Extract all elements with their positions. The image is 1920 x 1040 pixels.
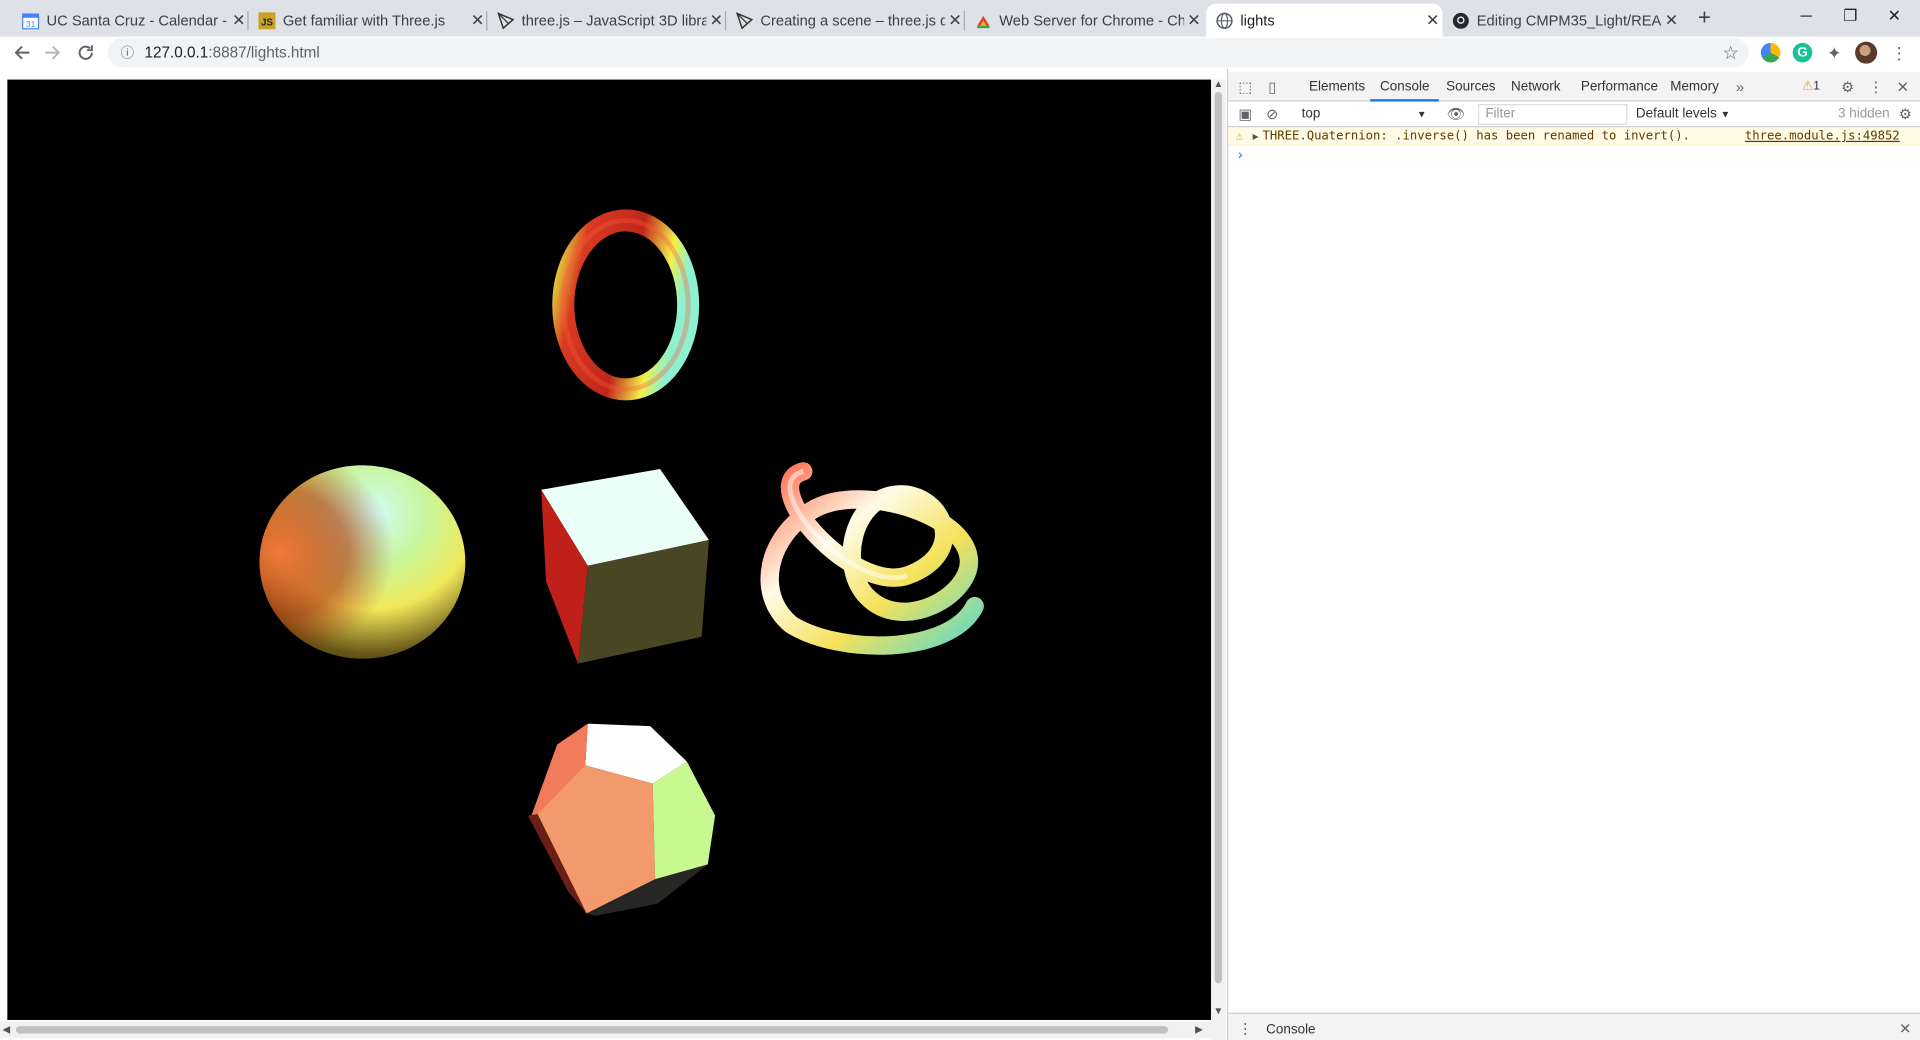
more-tabs-icon[interactable]: »: [1730, 77, 1750, 97]
close-drawer-icon[interactable]: ✕: [1896, 1019, 1916, 1039]
threejs-canvas[interactable]: [7, 79, 1212, 1021]
tab-sources[interactable]: Sources: [1446, 72, 1495, 101]
drawer-tab-console[interactable]: Console: [1258, 1018, 1325, 1040]
close-tab-icon[interactable]: ✕: [945, 10, 965, 30]
svg-text:JS: JS: [261, 17, 273, 28]
inspect-element-icon[interactable]: ⬚: [1236, 77, 1256, 97]
vertical-scrollbar[interactable]: ▲ ▼: [1211, 78, 1226, 1040]
close-tab-icon[interactable]: ✕: [229, 10, 249, 30]
back-button[interactable]: [9, 39, 36, 66]
device-toolbar-icon[interactable]: ▯: [1262, 77, 1282, 97]
close-tab-icon[interactable]: ✕: [1184, 10, 1204, 30]
threejs-icon: [735, 11, 754, 29]
devtools-menu-icon[interactable]: ⋮: [1866, 77, 1886, 97]
sphere-mesh: [259, 465, 466, 659]
tab-strip: 31 UC Santa Cruz - Calendar - N ✕ JS Get…: [0, 0, 1920, 37]
svg-text:31: 31: [26, 18, 36, 28]
console-prompt[interactable]: ›: [1238, 148, 1242, 163]
tab-threejs-familiar[interactable]: JS Get familiar with Three.js ✕: [251, 4, 488, 37]
torus-mesh: [552, 209, 700, 401]
close-tab-icon[interactable]: ✕: [468, 10, 488, 30]
globe-icon: [1216, 12, 1233, 29]
tab-calendar[interactable]: 31 UC Santa Cruz - Calendar - N ✕: [12, 4, 249, 37]
context-selector[interactable]: top ▼: [1294, 104, 1431, 125]
restore-button[interactable]: ❐: [1826, 0, 1875, 34]
sidebar-toggle-icon[interactable]: ▣: [1236, 104, 1256, 124]
cube-mesh: [541, 468, 709, 664]
clear-console-icon[interactable]: ⊘: [1262, 104, 1282, 124]
chrome-webstore-icon: [975, 12, 992, 29]
grammarly-icon[interactable]: G: [1792, 42, 1813, 63]
devtools-panel: ⬚ ▯ Elements Console Sources Network Per…: [1226, 68, 1920, 1040]
warning-count-badge[interactable]: ⚠1: [1796, 77, 1825, 97]
reload-button[interactable]: [72, 39, 99, 66]
tab-lights[interactable]: lights ✕: [1206, 3, 1443, 37]
tab-network[interactable]: Network: [1511, 72, 1560, 101]
close-devtools-icon[interactable]: ✕: [1893, 77, 1913, 97]
expand-triangle-icon[interactable]: ▶: [1253, 127, 1259, 145]
tab-web-server[interactable]: Web Server for Chrome - Chr ✕: [967, 4, 1203, 37]
log-levels-dropdown[interactable]: Default levels ▼: [1636, 104, 1730, 125]
browser-toolbar: ⓘ 127.0.0.1:8887/lights.html ☆ G ✦ ⋮: [0, 36, 1920, 68]
tab-performance[interactable]: Performance: [1581, 72, 1658, 101]
torus-knot-mesh: [760, 462, 984, 655]
forward-button[interactable]: [39, 39, 66, 66]
warning-icon: ⚠: [1235, 129, 1243, 144]
github-icon: [1452, 12, 1469, 29]
browser-window: 31 UC Santa Cruz - Calendar - N ✕ JS Get…: [0, 0, 1920, 1040]
settings-gear-icon[interactable]: ⚙: [1838, 77, 1858, 97]
tab-console[interactable]: Console: [1370, 72, 1440, 102]
window-close-button[interactable]: ✕: [1870, 0, 1919, 34]
close-tab-icon[interactable]: ✕: [1662, 10, 1682, 30]
extensions-puzzle-icon[interactable]: ✦: [1825, 43, 1845, 63]
js-icon: JS: [258, 11, 276, 29]
eye-icon[interactable]: 👁: [1446, 104, 1466, 124]
hidden-count: 3 hidden: [1837, 106, 1890, 122]
address-bar[interactable]: ⓘ 127.0.0.1:8887/lights.html ☆: [107, 37, 1749, 68]
chrome-menu-icon[interactable]: ⋮: [1886, 39, 1913, 66]
scroll-up-icon[interactable]: ▲: [1213, 78, 1223, 89]
vertical-scroll-thumb[interactable]: [1214, 91, 1223, 984]
calendar-icon: 31: [22, 12, 40, 29]
new-tab-button[interactable]: +: [1691, 5, 1718, 32]
horizontal-scroll-thumb[interactable]: [15, 1026, 1169, 1034]
threejs-icon: [497, 11, 515, 29]
scroll-right-icon[interactable]: ▶: [1195, 1024, 1203, 1035]
page-viewport: ▲ ▼ ◀ ▶: [0, 68, 1227, 1040]
drawer-menu-icon[interactable]: ⋮: [1236, 1019, 1256, 1039]
tab-threejs-lib[interactable]: three.js – JavaScript 3D library ✕: [490, 4, 727, 37]
scroll-left-icon[interactable]: ◀: [2, 1024, 10, 1035]
close-tab-icon[interactable]: ✕: [707, 10, 727, 30]
profile-avatar[interactable]: [1855, 41, 1878, 64]
bookmark-star-icon[interactable]: ☆: [1722, 42, 1738, 64]
console-toolbar: ▣ ⊘ top ▼ 👁 Filter Default levels ▼ 3 hid…: [1228, 101, 1920, 128]
devtools-drawer: ⋮ Console ✕: [1228, 1012, 1920, 1040]
extension-icon[interactable]: [1760, 42, 1781, 63]
url-text: 127.0.0.1:8887/lights.html: [144, 44, 320, 62]
horizontal-scrollbar[interactable]: ◀ ▶: [0, 1021, 1212, 1039]
console-settings-icon[interactable]: ⚙: [1896, 104, 1916, 124]
tab-elements[interactable]: Elements: [1309, 72, 1365, 101]
dodecahedron-mesh: [527, 723, 716, 916]
tab-github-editing[interactable]: Editing CMPM35_Light/READM ✕: [1445, 4, 1681, 37]
message-source-link[interactable]: three.module.js:49852: [1745, 127, 1900, 145]
console-warning-message[interactable]: ⚠ ▶ THREE.Quaternion: .inverse() has bee…: [1228, 127, 1920, 146]
console-filter-input[interactable]: Filter: [1477, 104, 1628, 125]
devtools-tab-bar: ⬚ ▯ Elements Console Sources Network Per…: [1228, 72, 1920, 102]
minimize-button[interactable]: ─: [1782, 0, 1831, 34]
close-tab-icon[interactable]: ✕: [1423, 10, 1443, 30]
site-info-icon[interactable]: ⓘ: [114, 43, 141, 63]
tab-creating-scene[interactable]: Creating a scene – three.js do ✕: [729, 4, 965, 37]
scroll-down-icon[interactable]: ▼: [1213, 1005, 1223, 1016]
tab-memory[interactable]: Memory: [1670, 72, 1719, 101]
